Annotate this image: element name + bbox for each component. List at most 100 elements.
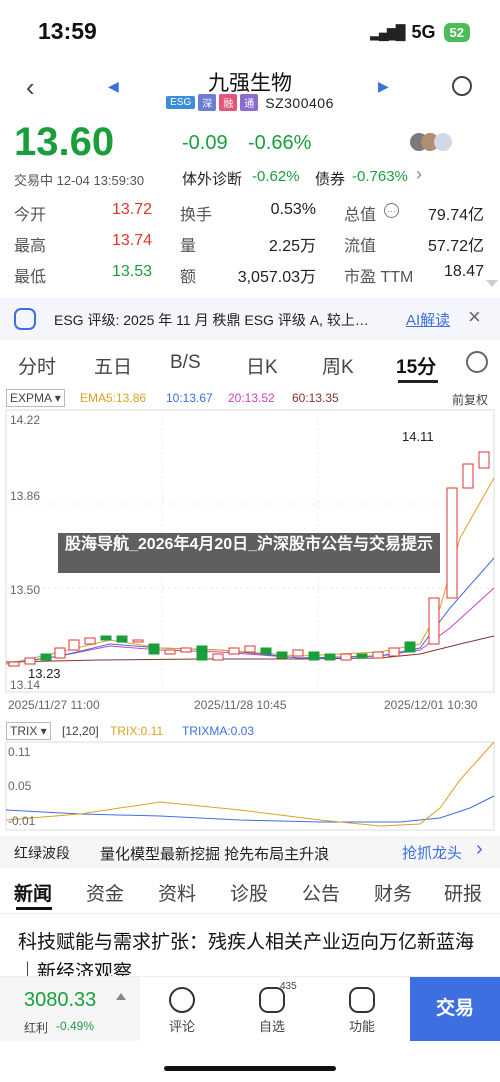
tab-profile[interactable]: 资料: [158, 879, 196, 906]
app-screen: 13:59 ▂▄▆█ 5G 52 ‹ ◀ 九强生物 ESG 深 融 通 SZ30…: [0, 0, 500, 1082]
price-change-pct: -0.66%: [248, 132, 312, 154]
esg-banner[interactable]: ESG 评级: 2025 年 11 月 秩鼎 ESG 评级 A, 较上… AI解…: [0, 298, 500, 340]
trix-y-label: 0.05: [8, 779, 32, 793]
tab-announcements[interactable]: 公告: [302, 879, 340, 906]
trade-time: 交易中 12-04 13:59:30: [14, 173, 145, 188]
esg-icon: [14, 308, 36, 330]
candle: [228, 647, 240, 655]
tab-finance[interactable]: 财务: [374, 879, 412, 906]
promo-link[interactable]: 抢抓龙头: [402, 842, 462, 863]
indicator-select[interactable]: EXPMA ▾: [6, 389, 65, 407]
trix-line: [5, 741, 495, 827]
trixma-line: [5, 795, 495, 823]
stat-label: 总值: [344, 207, 377, 224]
candle: [478, 451, 490, 469]
info-icon[interactable]: …: [384, 203, 399, 218]
candle: [324, 653, 336, 661]
bottom-bar: 3080.33 红利 -0.49% 评论 自选 435 功能 交易: [0, 976, 500, 1046]
ai-read-link[interactable]: AI解读: [406, 309, 450, 330]
candle: [8, 661, 20, 667]
stat-value: 57.72亿: [427, 238, 484, 255]
trix-chart[interactable]: 0.11 0.05 -0.01: [0, 740, 500, 832]
candle: [428, 597, 440, 645]
trix-y-label: -0.01: [8, 814, 36, 828]
promo-badge: 红绿波段: [14, 845, 70, 861]
candle: [196, 645, 208, 661]
trade-button[interactable]: 交易: [410, 977, 500, 1041]
ema10-label: 10:13.67: [166, 391, 213, 405]
stock-code: SZ300406: [265, 94, 334, 111]
index-name: 红利: [24, 1021, 49, 1035]
adjust-label[interactable]: 前复权: [452, 391, 488, 408]
tab-active-indicator: [16, 907, 52, 910]
comment-label: 评论: [168, 1019, 195, 1034]
trix-y-label: 0.11: [8, 745, 31, 759]
current-price: 13.60: [14, 120, 115, 164]
search-icon[interactable]: [452, 76, 472, 96]
tab-intraday[interactable]: 分时: [18, 352, 56, 379]
esg-text: ESG 评级: 2025 年 11 月 秩鼎 ESG 评级 A, 较上…: [54, 312, 369, 328]
bond-label[interactable]: 债券: [315, 168, 345, 189]
y-axis-label: 14.22: [10, 413, 40, 427]
signal-icon: ▂▄▆█: [370, 24, 405, 40]
next-stock-icon[interactable]: ▶: [378, 78, 389, 95]
trix-param: [12,20]: [62, 724, 99, 738]
stat-value: 13.72: [111, 201, 152, 218]
stock-tags: ESG 深 融 通 SZ300406: [0, 94, 500, 111]
index-widget[interactable]: 3080.33 红利 -0.49%: [0, 977, 140, 1041]
stat-label: 最高: [14, 238, 47, 255]
tab-bs[interactable]: B/S: [170, 352, 201, 374]
chevron-right-icon[interactable]: ›: [416, 164, 422, 185]
tab-weekly-k[interactable]: 周K: [322, 352, 354, 379]
candle: [276, 651, 288, 659]
trix-legend: TRIX ▾ [12,20] TRIX:0.11 TRIXMA:0.03: [0, 722, 500, 740]
stock-header: ‹ ◀ 九强生物 ESG 深 融 通 SZ300406 ▶: [0, 64, 500, 118]
trix-select[interactable]: TRIX ▾: [6, 722, 51, 740]
chevron-right-icon[interactable]: ›: [476, 838, 483, 861]
tab-news[interactable]: 新闻: [14, 879, 52, 906]
stock-name: 九强生物: [208, 72, 292, 95]
status-time: 13:59: [38, 18, 97, 44]
candle: [68, 639, 80, 651]
home-indicator: [164, 1066, 336, 1071]
battery-badge: 52: [443, 23, 470, 42]
news-headline[interactable]: 科技赋能与需求扩张：残疾人相关产业迈向万亿新蓝海｜新经济观察: [18, 928, 488, 976]
candle: [462, 463, 474, 489]
tab-daily-k[interactable]: 日K: [246, 352, 278, 379]
tab-research[interactable]: 研报: [444, 879, 482, 906]
candle: [54, 647, 66, 659]
chart-settings-icon[interactable]: [466, 351, 488, 373]
tag-tong: 通: [240, 94, 259, 111]
promo-strip[interactable]: 红绿波段 量化模型最新挖掘 抢先布局主升浪 抢抓龙头 ›: [0, 836, 500, 868]
feature-button[interactable]: 功能: [332, 987, 392, 1035]
close-icon[interactable]: ×: [468, 304, 481, 330]
candle: [308, 651, 320, 661]
candle: [132, 639, 144, 643]
expand-icon[interactable]: [486, 280, 498, 287]
tab-15min[interactable]: 15分: [396, 352, 436, 379]
industry-label[interactable]: 体外诊断: [182, 168, 242, 189]
ema60-label: 60:13.35: [292, 391, 339, 405]
stat-value: 0.53%: [270, 201, 316, 218]
stat-value: 13.74: [111, 232, 152, 249]
comment-button[interactable]: 评论: [152, 987, 212, 1035]
price-change: -0.09: [182, 132, 228, 154]
candle: [180, 647, 192, 653]
stat-value: 3,057.03万: [237, 269, 316, 286]
avatar-group[interactable]: [410, 133, 458, 151]
chart-period-tabs: 分时 五日 B/S 日K 周K 15分: [0, 344, 500, 386]
tab-funds[interactable]: 资金: [86, 879, 124, 906]
watchlist-button[interactable]: 自选 435: [242, 981, 302, 1035]
min-price-label: 13.23: [28, 666, 61, 681]
tab-diagnosis[interactable]: 诊股: [230, 879, 268, 906]
stat-label: 额: [180, 269, 197, 286]
tab-five-day[interactable]: 五日: [94, 352, 132, 379]
candle: [164, 649, 176, 655]
feature-label: 功能: [348, 1019, 375, 1034]
candle: [260, 647, 272, 655]
stat-label: 最低: [14, 269, 47, 286]
trixma-value: TRIXMA:0.03: [182, 724, 255, 738]
candle: [148, 643, 160, 655]
stat-label: 今开: [14, 207, 47, 224]
candle: [100, 635, 112, 641]
